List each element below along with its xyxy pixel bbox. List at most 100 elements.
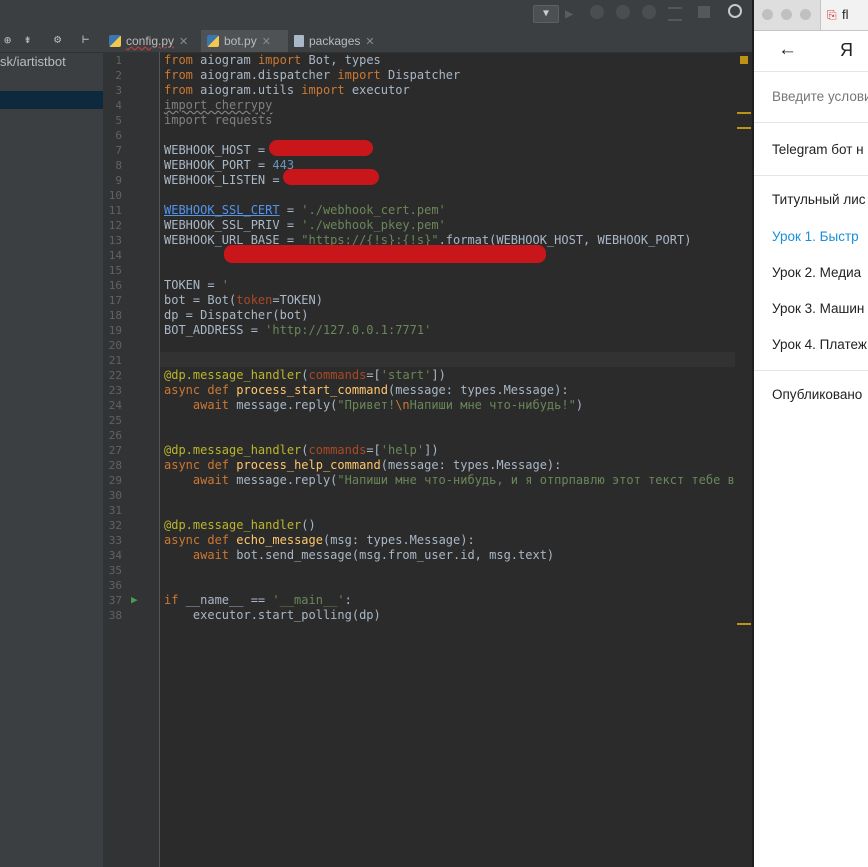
browser-tab[interactable]: ⎘ fl: [820, 0, 868, 30]
code-line-18: dp = Dispatcher(bot): [164, 308, 309, 322]
concurrency-icon[interactable]: [668, 7, 682, 21]
line-number: 16: [108, 279, 122, 292]
code-line-12: WEBHOOK_SSL_PRIV = './webhook_pkey.pem': [164, 218, 446, 232]
profile-icon[interactable]: [642, 5, 656, 19]
project-path[interactable]: sk/iartistbot: [0, 54, 66, 69]
run-gutter-icon[interactable]: ▶: [131, 593, 138, 606]
debug-icon[interactable]: [590, 5, 604, 19]
close-icon[interactable]: ✕: [262, 35, 271, 48]
code-line-32: @dp.message_handler(): [164, 518, 316, 532]
editor-tabbar: config.py ✕ bot.py ✕ packages ✕: [103, 30, 752, 53]
line-number: 21: [108, 354, 122, 367]
collapse-icon[interactable]: ⇟: [24, 32, 31, 46]
code-line-2: from aiogram.dispatcher import Dispatche…: [164, 68, 461, 82]
code-line-16: TOKEN = ': [164, 278, 230, 292]
code-line-22: @dp.message_handler(commands=['start']): [164, 368, 446, 382]
toc-item-active[interactable]: Урок 1. Быстр: [772, 229, 859, 244]
code-editor[interactable]: from aiogram import Bot, types from aiog…: [160, 52, 752, 867]
line-number: 11: [108, 204, 122, 217]
code-line-27: @dp.message_handler(commands=['help']): [164, 443, 439, 457]
line-number: 34: [108, 549, 122, 562]
line-number: 7: [115, 144, 122, 157]
logo-letter[interactable]: Я: [840, 40, 853, 61]
editor-gutter: 1 2 3 4 5 6 7 8 9 10 11 12 13 14 15 16 17 18 19 20 21 22 23 24 2…: [103, 52, 160, 867]
line-number: 37: [108, 594, 122, 607]
selected-row[interactable]: [0, 91, 103, 109]
line-number: 33: [108, 534, 122, 547]
divider: [754, 122, 868, 123]
code-line-33: async def echo_message(msg: types.Messag…: [164, 533, 475, 547]
code-line-37: if __name__ == '__main__':: [164, 593, 352, 607]
divider: [754, 370, 868, 371]
code-line-24: await message.reply("Привет!\nНапиши мне…: [192, 398, 584, 412]
tab-label: bot.py: [224, 34, 257, 48]
stop-icon[interactable]: [698, 6, 710, 18]
code-line-5: import requests: [164, 113, 273, 127]
python-file-icon: [207, 35, 219, 47]
line-number: 20: [108, 339, 122, 352]
warning-marker[interactable]: [737, 127, 751, 129]
error-stripe[interactable]: [735, 52, 752, 867]
browser-tab-title: fl: [842, 7, 849, 22]
toc-item[interactable]: Урок 4. Платеж: [772, 337, 867, 352]
line-number: 5: [115, 114, 122, 127]
tab-packages[interactable]: packages ✕: [288, 30, 388, 52]
project-panel: ⊕ ⇟ ⚙ ⊢ sk/iartistbot: [0, 30, 104, 867]
file-icon: [294, 35, 304, 47]
line-number: 32: [108, 519, 122, 532]
close-window-button[interactable]: [762, 9, 773, 20]
tab-config-py[interactable]: config.py ✕: [103, 30, 201, 52]
line-number: 18: [108, 309, 122, 322]
line-number: 36: [108, 579, 122, 592]
line-number: 24: [108, 399, 122, 412]
minimize-window-button[interactable]: [781, 9, 792, 20]
close-icon[interactable]: ✕: [365, 35, 374, 48]
search-icon[interactable]: [728, 4, 742, 18]
line-number: 38: [108, 609, 122, 622]
code-line-1: from aiogram import Bot, types: [164, 53, 381, 67]
warning-marker[interactable]: [737, 623, 751, 625]
hide-panel-icon[interactable]: ⊢: [82, 32, 89, 46]
published-label: Опубликовано: [772, 387, 863, 402]
search-input[interactable]: Введите услови: [772, 89, 868, 104]
current-line-highlight: [160, 352, 752, 367]
code-line-38: executor.start_polling(dp): [164, 608, 381, 622]
code-line-11: WEBHOOK_SSL_CERT = './webhook_cert.pem': [164, 203, 446, 217]
run-icon[interactable]: ▶: [565, 6, 573, 22]
run-config-dropdown[interactable]: ▼: [533, 5, 559, 23]
code-line-9: WEBHOOK_LISTEN =: [164, 173, 287, 187]
code-line-23: async def process_start_command(message:…: [164, 383, 569, 397]
toc-item[interactable]: Титульный лис: [772, 192, 866, 207]
line-number: 25: [108, 414, 122, 427]
line-number: 31: [108, 504, 122, 517]
line-number: 26: [108, 429, 122, 442]
pdf-icon: ⎘: [827, 8, 837, 22]
line-number: 9: [115, 174, 122, 187]
inspection-status-icon[interactable]: [740, 56, 748, 64]
project-toolbar: ⊕ ⇟ ⚙ ⊢: [0, 30, 103, 53]
line-number: 8: [115, 159, 122, 172]
line-number: 15: [108, 264, 122, 277]
gear-icon[interactable]: ⚙: [54, 32, 61, 46]
code-line-19: BOT_ADDRESS = 'http://127.0.0.1:7771': [164, 323, 432, 337]
line-number: 29: [108, 474, 122, 487]
code-line-28: async def process_help_command(message: …: [164, 458, 562, 472]
target-icon[interactable]: ⊕: [4, 33, 11, 47]
code-line-29: await message.reply("Напиши мне что-нибу…: [192, 473, 752, 487]
warning-marker[interactable]: [737, 112, 751, 114]
tab-label: packages: [309, 34, 361, 48]
close-icon[interactable]: ✕: [179, 35, 188, 48]
line-number: 1: [115, 54, 122, 67]
coverage-icon[interactable]: [616, 5, 630, 19]
toc-item[interactable]: Урок 2. Медиа: [772, 265, 861, 280]
tab-bot-py[interactable]: bot.py ✕: [201, 30, 288, 52]
code-line-34: await bot.send_message(msg.from_user.id,…: [192, 548, 555, 562]
line-number: 3: [115, 84, 122, 97]
zoom-window-button[interactable]: [800, 9, 811, 20]
python-file-icon: [109, 35, 121, 47]
toc-item[interactable]: Урок 3. Машин: [772, 301, 864, 316]
line-number: 30: [108, 489, 122, 502]
back-button[interactable]: ←: [778, 39, 797, 61]
line-number: 2: [115, 69, 122, 82]
code-line-8: WEBHOOK_PORT = 443: [164, 158, 295, 172]
